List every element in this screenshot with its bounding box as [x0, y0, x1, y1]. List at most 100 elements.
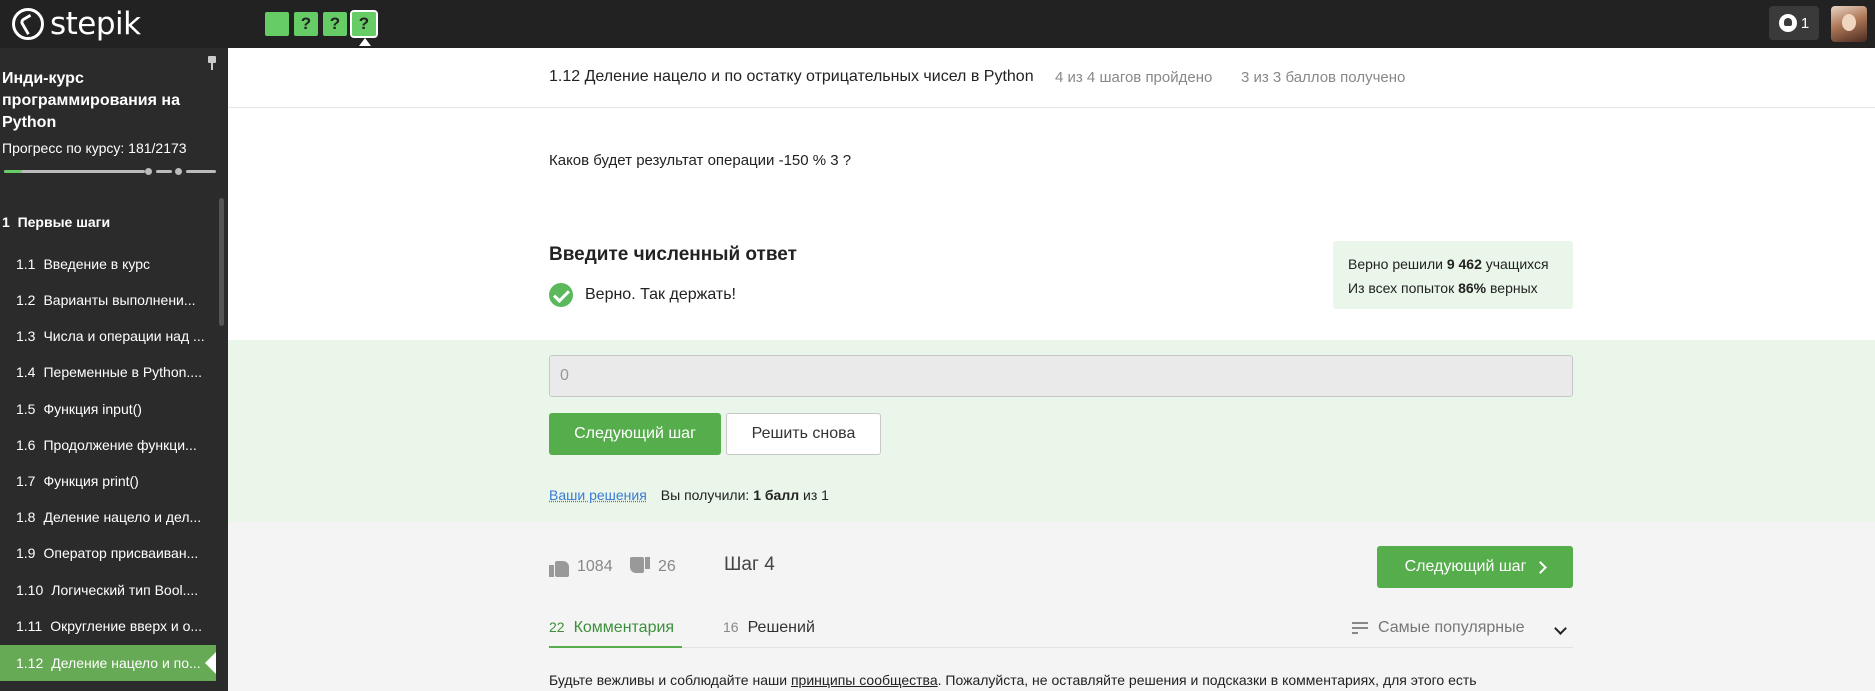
lesson-title: Переменные в Python.... [43, 364, 202, 380]
steps-done: 4 из 4 шагов пройдено [1055, 69, 1213, 86]
tab-comments[interactable]: 22 Комментария [549, 619, 674, 637]
sidebar-lesson-1-9[interactable]: 1.9 Оператор присваиван... [0, 535, 216, 571]
step-square-1[interactable] [265, 12, 289, 36]
current-step-pointer-icon [359, 38, 371, 46]
lesson-number: 1.12 [16, 655, 44, 671]
section-number: 1 [2, 214, 10, 230]
sidebar-lesson-1-3[interactable]: 1.3 Числа и операции над ... [0, 318, 216, 354]
tabs-divider [549, 647, 1573, 648]
brand-name: stepik [50, 6, 141, 42]
progress-value: 181/2173 [128, 140, 187, 156]
tab-count: 16 [723, 619, 739, 635]
chevron-down-icon[interactable] [1554, 622, 1567, 635]
step-question: Каков будет результат операции -150 % 3 … [549, 152, 852, 169]
score-value: 1 балл [753, 487, 800, 503]
solved-count: 9 462 [1446, 256, 1482, 272]
course-progress: Прогресс по курсу: 181/2173 [2, 140, 187, 156]
lesson-title: Варианты выполнени... [43, 292, 196, 308]
lesson-title: Числа и операции над ... [43, 328, 205, 344]
likes-count: 1084 [577, 558, 613, 575]
lesson-number: 1.8 [16, 509, 36, 525]
sidebar-scrollbar[interactable] [219, 198, 224, 326]
sidebar-lesson-1-10[interactable]: 1.10 Логический тип Bool.... [0, 572, 216, 608]
tab-label: Комментария [573, 619, 675, 636]
solve-stats: Верно решили 9 462 учащихся Из всех попы… [1333, 241, 1573, 309]
lesson-title: Деление нацело и дел... [43, 509, 202, 525]
attempts-percent: 86% [1458, 280, 1487, 296]
lesson-title: Продолжение функци... [43, 437, 197, 453]
lesson-title: 1.12 Деление нацело и по остатку отрицат… [549, 68, 1034, 85]
sidebar-lesson-1-1[interactable]: 1.1 Введение в курс [0, 246, 216, 282]
lesson-title: Функция print() [43, 473, 139, 489]
course-sidebar: Инди-курс программирования на Python Про… [0, 48, 228, 691]
your-solutions-link[interactable]: Ваши решения [549, 487, 647, 503]
step-square-2[interactable]: ? [294, 12, 318, 36]
score-suffix: из 1 [803, 487, 829, 503]
community-rules-link[interactable]: принципы сообщества [791, 672, 938, 688]
lesson-number: 1.4 [16, 364, 36, 380]
stepik-logo[interactable]: stepik [12, 6, 141, 42]
lesson-title: Логический тип Bool.... [51, 582, 199, 598]
stepik-logo-icon [12, 8, 44, 40]
pin-icon[interactable] [207, 56, 217, 70]
chevron-right-icon [1534, 560, 1548, 574]
step-number-label: Шаг 4 [724, 554, 775, 575]
user-avatar[interactable] [1831, 6, 1867, 42]
lesson-number: 1.5 [16, 401, 36, 417]
sidebar-lesson-1-11[interactable]: 1.11 Округление вверх и о... [0, 608, 216, 644]
lesson-number: 1.11 [16, 618, 43, 634]
sort-select[interactable]: Самые популярные [1352, 619, 1524, 637]
correct-feedback: Верно. Так держать! [549, 283, 736, 307]
sidebar-lesson-1-5[interactable]: 1.5 Функция input() [0, 391, 216, 427]
attempts-stat: Из всех попыток 86% верных [1348, 276, 1558, 300]
active-tab-underline [549, 646, 682, 648]
tab-solutions[interactable]: 16 Решений [723, 619, 815, 637]
active-lesson-arrow-icon [205, 652, 216, 674]
sidebar-lesson-1-8[interactable]: 1.8 Деление нацело и дел... [0, 499, 216, 535]
course-progress-bar [4, 168, 216, 175]
sidebar-lesson-1-2[interactable]: 1.2 Варианты выполнени... [0, 282, 216, 318]
progress-bar-fill [4, 170, 22, 173]
sort-label: Самые популярные [1378, 619, 1525, 636]
sidebar-lesson-1-4[interactable]: 1.4 Переменные в Python.... [0, 354, 216, 390]
lesson-title: Введение в курс [43, 256, 150, 272]
lesson-title: Округление вверх и о... [50, 618, 203, 634]
thumbs-up-icon [549, 557, 569, 577]
sidebar-lesson-1-6[interactable]: 1.6 Продолжение функци... [0, 427, 216, 463]
answer-input[interactable]: 0 [549, 355, 1573, 397]
step-navigation: ? ? ? [265, 10, 378, 38]
next-step-button[interactable]: Следующий шаг [549, 413, 721, 455]
lesson-number: 1.7 [16, 473, 36, 489]
like-button[interactable]: 1084 [549, 557, 613, 577]
step-square-4[interactable]: ? [350, 10, 378, 38]
sidebar-lesson-1-7[interactable]: 1.7 Функция print() [0, 463, 216, 499]
dislikes-count: 26 [658, 558, 676, 575]
answer-title: Введите численный ответ [549, 244, 797, 265]
course-title[interactable]: Инди-курс программирования на Python [2, 68, 202, 134]
rules-prefix: Будьте вежливы и соблюдайте наши [549, 672, 788, 688]
notifications-count: 1 [1800, 14, 1810, 32]
solve-again-button[interactable]: Решить снова [726, 413, 881, 455]
next-step-footer-button[interactable]: Следующий шаг [1377, 546, 1573, 588]
step-square-3[interactable]: ? [323, 12, 347, 36]
lesson-number: 1.3 [16, 328, 36, 344]
thumbs-down-icon [630, 557, 650, 577]
lesson-header: 1.12 Деление нацело и по остатку отрицат… [228, 48, 1875, 108]
lesson-number: 1.2 [16, 292, 36, 308]
dislike-button[interactable]: 26 [630, 557, 676, 577]
lesson-number: 1.1 [16, 256, 36, 272]
lesson-number: 1.10 [16, 582, 44, 598]
score-row: Ваши решения Вы получили: 1 балл из 1 [549, 487, 829, 503]
notifications-button[interactable]: 1 [1769, 6, 1819, 40]
notification-bell-icon [1778, 14, 1797, 32]
lesson-title: Оператор присваиван... [43, 545, 199, 561]
attempts-prefix: Из всех попыток [1348, 280, 1455, 296]
section-header[interactable]: 1 Первые шаги [2, 214, 110, 230]
sidebar-lesson-1-12[interactable]: 1.12 Деление нацело и по... [0, 645, 216, 681]
correct-message: Верно. Так держать! [585, 286, 736, 303]
lesson-number: 1.9 [16, 545, 36, 561]
topbar: stepik ? ? ? 1 [0, 0, 1875, 48]
progress-label: Прогресс по курсу: [2, 140, 125, 156]
attempts-suffix: верных [1490, 280, 1538, 296]
points-earned: 3 из 3 баллов получено [1241, 69, 1406, 86]
